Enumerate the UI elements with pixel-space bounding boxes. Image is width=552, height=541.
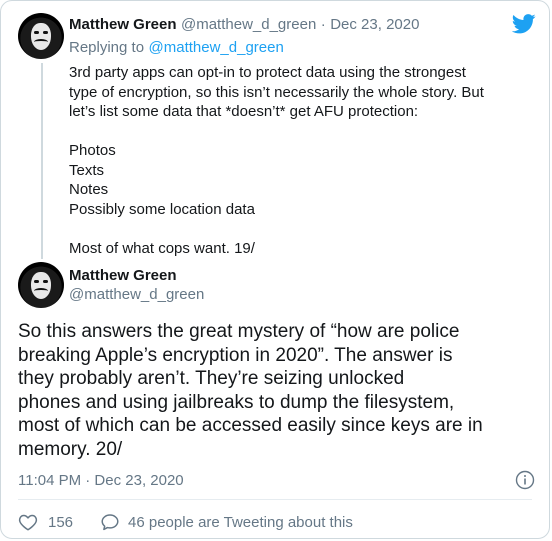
conversation-link[interactable]: 46 people are Tweeting about this [100,511,353,533]
author-handle[interactable]: @matthew_d_green [69,286,204,303]
author-name[interactable]: Matthew Green [69,267,177,284]
avatar[interactable] [18,13,64,59]
tweet-text-line: let’s list some data that *doesn’t* get … [69,103,419,120]
tweet-text-line: type of encryption, so this isn’t necess… [69,83,484,101]
replying-to-handle[interactable]: @matthew_d_green [149,39,284,56]
date-separator: · [320,16,326,33]
thread-connector-line [41,63,43,259]
tweet-text-line: phones and using jailbreaks to dump the … [18,391,455,413]
tweet-text-line: most of which can be accessed easily sin… [18,415,483,436]
tweet-text-line [69,122,539,142]
info-icon[interactable] [515,470,535,490]
like-count[interactable]: 156 [48,514,73,531]
like-action[interactable]: 156 [18,511,73,533]
reply-header: Matthew Green @matthew_d_green · Dec 23,… [69,16,419,34]
author-handle[interactable]: @matthew_d_green [181,16,316,33]
replying-to-label: Replying to [69,39,145,56]
embedded-tweet-card: Matthew Green @matthew_d_green · Dec 23,… [0,0,550,539]
tweet-text-line [69,219,539,239]
tweet-text-line: 3rd party apps can opt-in to protect dat… [69,64,466,81]
conversation-label[interactable]: 46 people are Tweeting about this [128,514,353,531]
tweet-text-line: Possibly some location data [69,200,255,218]
reply-tweet-text: 3rd party apps can opt-in to protect dat… [69,63,539,258]
tweet-text-line: they probably aren’t. They’re seizing un… [18,368,405,389]
avatar-mask [31,272,51,299]
tweet-timestamp[interactable]: 11:04 PM · Dec 23, 2020 [18,472,184,489]
twitter-bird-icon[interactable] [512,14,536,34]
tweet-text-line: memory. 20/ [18,438,123,460]
heart-icon[interactable] [18,513,38,531]
tweet-text-line: Texts [69,161,105,179]
tweet-text-line: Most of what cops want. 19/ [69,239,255,257]
avatar[interactable] [18,262,64,308]
tweet-text-line: Photos [69,142,116,159]
tweet-date[interactable]: Dec 23, 2020 [330,16,419,33]
tweet-text-line: So this answers the great mystery of “ho… [18,321,460,342]
main-tweet-text: So this answers the great mystery of “ho… [18,320,538,461]
divider [18,499,532,500]
tweet-text-line: Notes [69,181,109,198]
avatar-mask [31,23,51,50]
author-name[interactable]: Matthew Green [69,16,177,33]
tweet-text-line: breaking Apple’s encryption in 2020”. Th… [18,344,453,366]
replying-to: Replying to @matthew_d_green [69,39,284,57]
speech-bubble-icon[interactable] [100,513,120,531]
